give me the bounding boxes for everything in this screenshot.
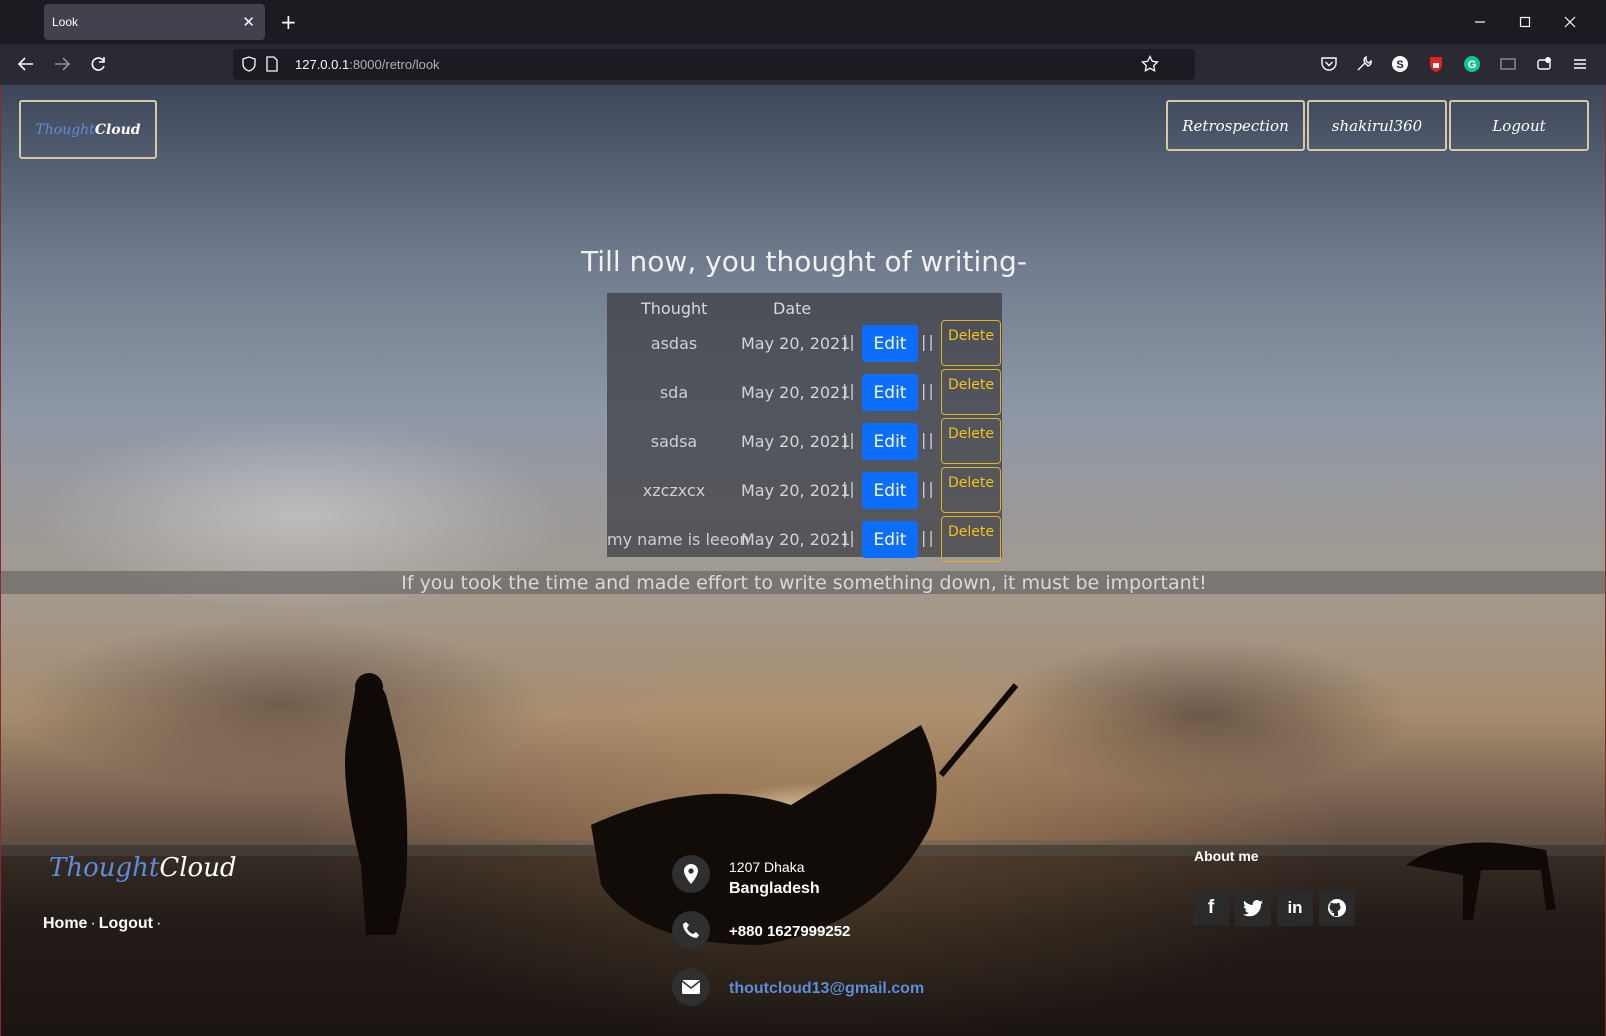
column-header-date: Date: [773, 299, 812, 318]
address-bar[interactable]: 127.0.0.1:8000/retro/look: [233, 49, 1195, 80]
envelope-icon: [672, 968, 710, 1006]
logo-thought-text: Thought: [35, 121, 95, 138]
thought-cell: my name is leeon: [607, 530, 750, 549]
window-extension-icon[interactable]: [1497, 53, 1519, 75]
browser-toolbar: 127.0.0.1:8000/retro/look S G: [0, 44, 1606, 85]
date-cell: May 20, 2021: [741, 530, 851, 549]
map-marker-icon: [672, 855, 710, 893]
separator: ||: [921, 430, 936, 449]
close-tab-icon[interactable]: ✕: [242, 13, 255, 31]
edit-button[interactable]: Edit: [862, 423, 918, 460]
lock-extension-icon[interactable]: [1425, 53, 1447, 75]
menu-icon[interactable]: [1569, 53, 1591, 75]
footer-link-dot: ·: [90, 915, 96, 932]
delete-button[interactable]: Delete: [941, 418, 1001, 464]
table-row: sda May 20, 2021 || Edit || Delete: [607, 369, 1002, 417]
page-viewport: Thought Cloud Retrospection shakirul360 L…: [0, 85, 1606, 1036]
maximize-icon[interactable]: [1513, 10, 1537, 34]
svg-text:S: S: [1396, 59, 1403, 71]
separator: ||: [921, 479, 936, 498]
forward-arrow-icon[interactable]: [50, 52, 74, 76]
address-line-2: Bangladesh: [729, 880, 820, 897]
table-row: my name is leeon May 20, 2021 || Edit ||…: [607, 516, 1002, 564]
separator: ||: [842, 528, 857, 547]
address-line-1: 1207 Dhaka: [729, 859, 805, 875]
twitter-icon[interactable]: [1235, 890, 1271, 926]
logout-button[interactable]: Logout: [1449, 100, 1589, 151]
separator: ||: [842, 381, 857, 400]
date-cell: May 20, 2021: [741, 432, 851, 451]
delete-button[interactable]: Delete: [941, 320, 1001, 366]
date-cell: May 20, 2021: [741, 383, 851, 402]
footer-logo-thought: Thought: [49, 853, 160, 883]
back-arrow-icon[interactable]: [14, 52, 38, 76]
separator: ||: [921, 528, 936, 547]
separator: ||: [842, 332, 857, 351]
url-host: 127.0.0.1: [295, 57, 350, 72]
separator: ||: [842, 430, 857, 449]
svg-text:G: G: [1468, 59, 1477, 71]
facebook-icon[interactable]: f: [1193, 890, 1229, 926]
user-button[interactable]: shakirul360: [1307, 100, 1447, 151]
about-title: About me: [1194, 848, 1259, 864]
footer-logo-cloud: Cloud: [159, 853, 237, 883]
bookmark-star-icon[interactable]: [1141, 54, 1159, 77]
page-title: Till now, you thought of writing-: [581, 245, 1027, 278]
page-info-icon[interactable]: [265, 56, 279, 76]
grammarly-icon[interactable]: G: [1461, 53, 1483, 75]
edit-button[interactable]: Edit: [862, 325, 918, 362]
edit-button[interactable]: Edit: [862, 521, 918, 558]
pocket-icon[interactable]: [1318, 53, 1340, 75]
wrench-icon[interactable]: [1353, 53, 1375, 75]
table-row: asdas May 20, 2021 || Edit || Delete: [607, 320, 1002, 368]
thought-cell: sda: [659, 383, 689, 402]
logo-button[interactable]: Thought Cloud: [19, 100, 157, 159]
edit-button[interactable]: Edit: [862, 374, 918, 411]
date-cell: May 20, 2021: [741, 481, 851, 500]
footer-home-link[interactable]: Home: [43, 915, 87, 932]
github-icon[interactable]: [1319, 890, 1355, 926]
column-header-thought: Thought: [641, 299, 708, 318]
footer-logo[interactable]: ThoughtCloud: [49, 853, 237, 883]
thoughts-table: Thought Date asdas May 20, 2021 || Edit …: [607, 293, 1002, 562]
browser-tab[interactable]: Look ✕: [44, 4, 265, 40]
reload-icon[interactable]: [86, 52, 110, 76]
delete-button[interactable]: Delete: [941, 467, 1001, 513]
linkedin-icon[interactable]: in: [1277, 890, 1313, 926]
close-window-icon[interactable]: [1558, 10, 1582, 34]
url-path: :8000/retro/look: [349, 57, 440, 72]
url-text[interactable]: 127.0.0.1:8000/retro/look: [295, 57, 440, 72]
delete-button[interactable]: Delete: [941, 516, 1001, 562]
separator: ||: [921, 332, 936, 351]
separator: ||: [842, 479, 857, 498]
date-cell: May 20, 2021: [741, 334, 851, 353]
thought-cell: sadsa: [650, 432, 698, 451]
table-row: xzczxcx May 20, 2021 || Edit || Delete: [607, 467, 1002, 515]
table-row: sadsa May 20, 2021 || Edit || Delete: [607, 418, 1002, 466]
quote-banner: If you took the time and made effort to …: [1, 571, 1605, 594]
footer-links: Home · Logout ·: [43, 915, 164, 933]
minimize-icon[interactable]: [1468, 10, 1492, 34]
sync-extension-icon[interactable]: [1533, 53, 1555, 75]
shield-icon[interactable]: [241, 56, 257, 76]
footer-logout-link[interactable]: Logout: [99, 915, 153, 932]
tab-title: Look: [52, 15, 79, 29]
footer-link-dot: ·: [155, 915, 162, 932]
phone-icon: [672, 911, 710, 949]
browser-tab-bar: Look ✕ +: [0, 0, 1606, 44]
thought-cell: asdas: [650, 334, 698, 353]
thought-cell: xzczxcx: [642, 481, 706, 500]
retrospection-button[interactable]: Retrospection: [1166, 100, 1305, 151]
logo-cloud-text: Cloud: [94, 121, 141, 138]
phone-number: +880 1627999252: [729, 923, 851, 940]
new-tab-button[interactable]: +: [280, 10, 297, 34]
separator: ||: [921, 381, 936, 400]
s-extension-icon[interactable]: S: [1389, 53, 1411, 75]
delete-button[interactable]: Delete: [941, 369, 1001, 415]
edit-button[interactable]: Edit: [862, 472, 918, 509]
email-link[interactable]: thoutcloud13@gmail.com: [729, 980, 924, 998]
